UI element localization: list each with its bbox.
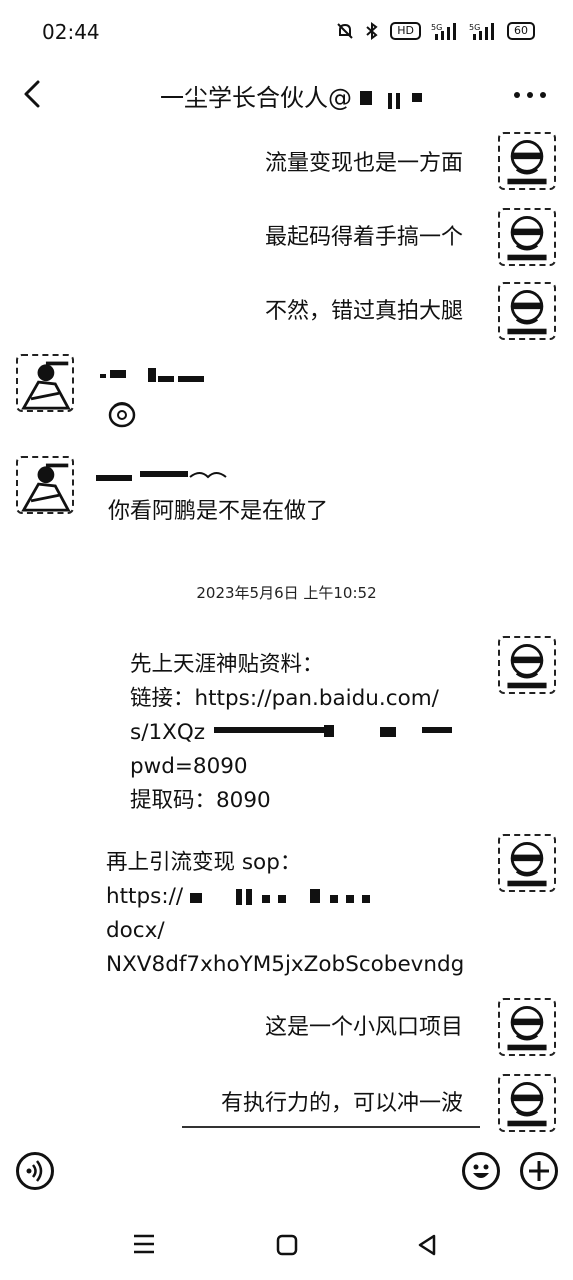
avatar-self[interactable] xyxy=(498,132,556,190)
emoji-button[interactable] xyxy=(462,1152,500,1190)
chevron-left-icon xyxy=(24,80,40,108)
bluetooth-icon xyxy=(364,22,380,40)
pot-emoji-icon xyxy=(108,402,136,428)
chat-title: 一尘学长合伙人@ xyxy=(160,78,426,113)
block1-line5: 提取码：8090 xyxy=(130,788,271,813)
avatar-contact-icon xyxy=(21,361,71,410)
redacted-link-icon xyxy=(189,889,370,905)
more-options-button[interactable] xyxy=(513,78,547,106)
status-time: 02:44 xyxy=(42,20,100,44)
mute-icon xyxy=(336,22,354,40)
message-out-4[interactable]: 这是一个小风口项目 xyxy=(265,1012,463,1044)
message-out-1[interactable]: 流量变现也是一方面 xyxy=(265,148,463,180)
status-bar: 02:44 HD 5G 5G 60 xyxy=(0,0,573,64)
avatar-self[interactable] xyxy=(498,636,556,694)
avatar-self-icon xyxy=(507,216,547,261)
avatar-self-icon xyxy=(507,290,547,335)
message-in-2[interactable]: 你看阿鹏是不是在做了 xyxy=(108,496,328,528)
chat-title-text: 一尘学长合伙人@ xyxy=(160,84,352,112)
avatar-self[interactable] xyxy=(498,208,556,266)
chat-header: 一尘学长合伙人@ xyxy=(0,64,573,122)
block2-line2-row: https:// xyxy=(106,880,470,914)
message-link-block-1[interactable]: 先上天涯神贴资料： 链接：https://pan.baidu.com/ s/1X… xyxy=(130,648,462,818)
back-button[interactable] xyxy=(16,74,50,114)
message-link-block-2[interactable]: 再上引流变现 sop： https:// docx/ NXV8df7xhoYM5… xyxy=(106,846,470,982)
triangle-back-icon xyxy=(418,1234,436,1256)
message-in-emoji[interactable] xyxy=(106,398,138,432)
message-out-3[interactable]: 不然，错过真拍大腿 xyxy=(265,296,463,328)
message-out-2[interactable]: 最起码得着手搞一个 xyxy=(265,222,463,254)
block2-line2: https:// xyxy=(106,884,184,909)
block2-line1: 再上引流变现 sop： xyxy=(106,850,302,875)
svg-text:5G: 5G xyxy=(469,23,480,32)
avatar-self-icon xyxy=(507,1082,547,1127)
avatar-self[interactable] xyxy=(498,998,556,1056)
avatar-self-icon xyxy=(507,1006,547,1051)
message-out-5[interactable]: 有执行力的，可以冲一波 xyxy=(221,1088,463,1120)
bubble-divider xyxy=(182,1126,480,1128)
avatar-contact[interactable] xyxy=(16,354,74,412)
sender-name-redacted xyxy=(100,366,210,382)
signal-icon-2: 5G xyxy=(469,22,497,40)
block1-line3: s/1XQz xyxy=(130,720,206,745)
block1-line3-row: s/1XQz xyxy=(130,716,462,750)
redacted-title-icon xyxy=(359,91,422,109)
sender-name-redacted xyxy=(96,468,236,482)
block2-line4: NXV8df7xhoYM5jxZobScobevndg xyxy=(106,952,465,977)
system-navigation-bar xyxy=(0,1212,573,1280)
smiley-icon xyxy=(473,1164,489,1178)
add-attachment-button[interactable] xyxy=(520,1152,558,1190)
recent-apps-button[interactable] xyxy=(130,1232,158,1260)
block2-line3: docx/ xyxy=(106,918,165,943)
block1-line2: 链接：https://pan.baidu.com/ xyxy=(130,686,439,711)
avatar-self-icon xyxy=(507,842,547,887)
svg-text:5G: 5G xyxy=(431,23,442,32)
avatar-self[interactable] xyxy=(498,282,556,340)
avatar-self[interactable] xyxy=(498,834,556,892)
avatar-self-icon xyxy=(507,644,547,689)
signal-icon-1: 5G xyxy=(431,22,459,40)
status-icons: HD 5G 5G 60 xyxy=(336,22,535,40)
menu-lines-icon xyxy=(134,1234,154,1254)
avatar-self[interactable] xyxy=(498,1074,556,1132)
avatar-contact-icon xyxy=(21,463,71,512)
voice-wave-icon xyxy=(26,1160,43,1182)
message-timestamp: 2023年5月6日 上午10:52 xyxy=(196,584,377,602)
plus-icon xyxy=(529,1161,549,1181)
redacted-name-icon xyxy=(100,368,204,382)
redacted-name-icon xyxy=(96,471,227,481)
block1-line1: 先上天涯神贴资料： xyxy=(130,652,324,677)
input-bar xyxy=(0,1140,573,1204)
battery-icon: 60 xyxy=(507,22,535,40)
home-button[interactable] xyxy=(274,1232,300,1262)
avatar-self-icon xyxy=(507,140,547,185)
more-dots-icon xyxy=(514,92,546,98)
redacted-link-icon xyxy=(213,725,452,737)
square-icon xyxy=(276,1234,298,1256)
hd-icon: HD xyxy=(390,22,421,40)
block1-line4: pwd=8090 xyxy=(130,754,248,779)
avatar-contact[interactable] xyxy=(16,456,74,514)
system-back-button[interactable] xyxy=(414,1232,440,1262)
voice-input-button[interactable] xyxy=(16,1152,54,1190)
